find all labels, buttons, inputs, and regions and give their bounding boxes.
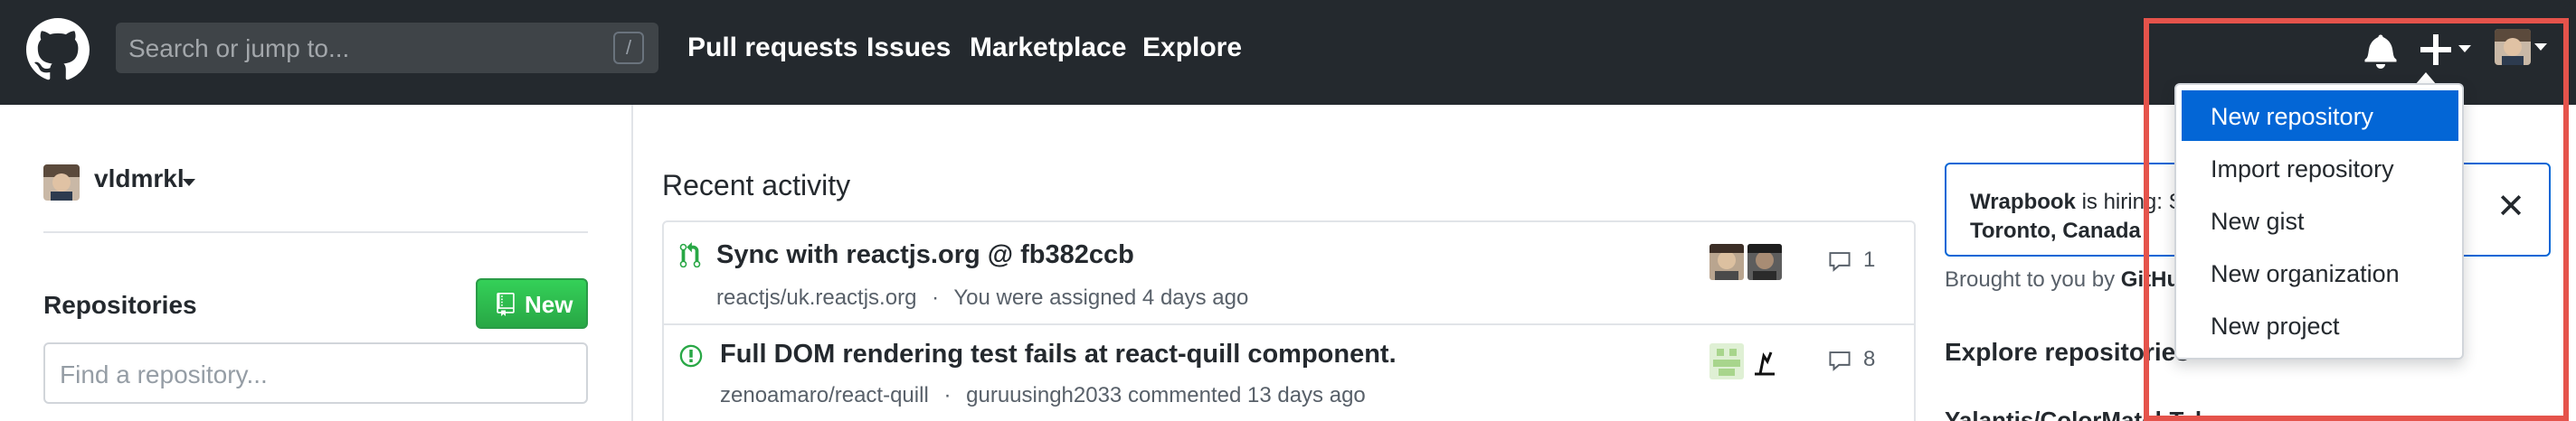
- highlight-box: [2144, 18, 2569, 421]
- dashboard-sidebar: vldmrkl Repositories New Find a reposito…: [0, 105, 633, 421]
- repo-icon: [497, 293, 515, 316]
- pull-request-icon: [679, 242, 701, 268]
- comment-icon: [1829, 251, 1851, 272]
- new-repository-button[interactable]: New: [476, 278, 588, 329]
- activity-repo[interactable]: reactjs/uk.reactjs.org: [716, 285, 916, 310]
- avatar[interactable]: [1709, 244, 1744, 280]
- activity-status: You were assigned 4 days ago: [953, 285, 1249, 310]
- list-item[interactable]: Sync with reactjs.org @ fb382ccb reactjs…: [664, 222, 1914, 323]
- avatar[interactable]: [43, 164, 80, 201]
- chevron-down-icon[interactable]: [183, 179, 195, 186]
- activity-meta: zenoamaro/react-quill · guruusingh2033 c…: [720, 383, 1366, 408]
- avatar[interactable]: [1747, 244, 1782, 280]
- comment-icon: [1829, 351, 1851, 371]
- participants: [1709, 343, 1785, 379]
- avatar[interactable]: [1709, 343, 1744, 379]
- new-button-label: New: [525, 291, 573, 318]
- promo-location: Toronto, Canada: [1970, 219, 2141, 243]
- github-logo-icon[interactable]: [26, 18, 90, 81]
- find-repository-input[interactable]: Find a repository...: [43, 342, 588, 404]
- nav-pull-requests[interactable]: Pull requests: [687, 33, 857, 63]
- activity-repo[interactable]: zenoamaro/react-quill: [720, 383, 929, 407]
- activity-title[interactable]: Sync with reactjs.org @ fb382ccb: [716, 240, 1134, 270]
- context-switcher[interactable]: vldmrkl: [94, 164, 185, 193]
- promo-company: Wrapbook: [1970, 190, 2076, 214]
- comment-count[interactable]: 1: [1827, 248, 1875, 273]
- comment-count[interactable]: 8: [1827, 347, 1875, 372]
- comment-count-value: 1: [1863, 248, 1876, 272]
- issue-opened-icon: [679, 344, 703, 368]
- attribution-text: Brought to you by: [1945, 267, 2121, 292]
- participants: [1709, 244, 1785, 280]
- activity-meta: reactjs/uk.reactjs.org · You were assign…: [716, 285, 1248, 311]
- activity-title[interactable]: Full DOM rendering test fails at react-q…: [720, 340, 1397, 370]
- repositories-heading: Repositories: [43, 291, 197, 319]
- nav-issues[interactable]: Issues: [867, 33, 951, 63]
- recent-activity-list: Sync with reactjs.org @ fb382ccb reactjs…: [662, 220, 1916, 421]
- search-shortcut-key: /: [613, 32, 644, 64]
- find-repository-placeholder: Find a repository...: [60, 360, 268, 388]
- recent-activity-heading: Recent activity: [662, 169, 851, 201]
- meta-separator: ·: [943, 383, 952, 407]
- meta-separator: ·: [932, 285, 940, 310]
- comment-count-value: 8: [1863, 347, 1876, 371]
- activity-status: guruusingh2033 commented 13 days ago: [966, 383, 1366, 407]
- search-placeholder: Search or jump to...: [128, 34, 350, 62]
- search-input[interactable]: Search or jump to... /: [116, 23, 658, 73]
- avatar[interactable]: [1747, 343, 1782, 379]
- list-item[interactable]: Full DOM rendering test fails at react-q…: [664, 323, 1914, 421]
- nav-marketplace[interactable]: Marketplace: [970, 33, 1126, 63]
- nav-explore[interactable]: Explore: [1142, 33, 1242, 63]
- divider: [43, 231, 588, 233]
